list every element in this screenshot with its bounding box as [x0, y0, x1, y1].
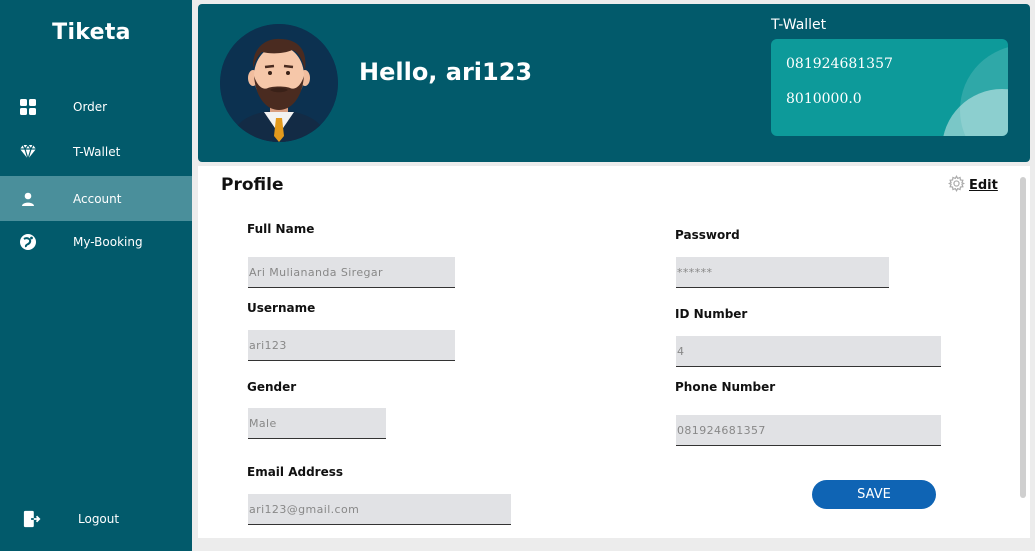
password-field[interactable]: ******	[676, 257, 889, 288]
sidebar-item-label: My-Booking	[73, 234, 143, 249]
save-button[interactable]: SAVE	[812, 480, 936, 509]
password-label: Password	[675, 228, 740, 242]
wallet-card-decoration	[942, 89, 1008, 136]
sidebar-item-my-booking[interactable]: My-Booking	[0, 219, 192, 264]
brand-logo: Tiketa	[52, 20, 131, 45]
email-label: Email Address	[247, 465, 344, 479]
header-banner: Hello, ari123 T-Wallet 081924681357 8010…	[198, 4, 1030, 162]
edit-button[interactable]: Edit	[947, 175, 998, 196]
greeting-text: Hello, ari123	[359, 58, 533, 86]
sidebar-item-account[interactable]: Account	[0, 176, 192, 221]
username-field[interactable]: ari123	[248, 330, 455, 361]
logout-button[interactable]: Logout	[0, 496, 192, 541]
avatar	[220, 24, 338, 142]
phone-number-label: Phone Number	[675, 380, 776, 394]
grid-icon	[19, 98, 37, 116]
scrollbar[interactable]	[1020, 177, 1026, 498]
sidebar-item-label: Account	[73, 191, 122, 206]
diamond-icon	[19, 143, 37, 161]
id-number-field[interactable]: 4	[676, 336, 941, 367]
edit-label: Edit	[969, 178, 998, 193]
wallet-title: T-Wallet	[771, 17, 827, 33]
sidebar-item-label: Order	[73, 99, 108, 114]
person-icon	[19, 190, 37, 208]
wallet-phone: 081924681357	[786, 56, 893, 72]
full-name-field[interactable]: Ari Muliananda Siregar	[248, 257, 455, 288]
wallet-balance: 8010000.0	[786, 91, 862, 107]
sidebar-item-t-wallet[interactable]: T-Wallet	[0, 129, 192, 174]
sidebar-item-order[interactable]: Order	[0, 84, 192, 129]
profile-title: Profile	[221, 175, 284, 195]
logout-label: Logout	[78, 511, 120, 526]
logout-icon	[23, 510, 41, 528]
wallet-card: 081924681357 8010000.0	[771, 39, 1008, 136]
gender-label: Gender	[247, 380, 297, 394]
id-number-label: ID Number	[675, 307, 748, 321]
sidebar: Tiketa Order T-Wallet Account My-Booking…	[0, 0, 192, 551]
username-label: Username	[247, 301, 316, 315]
sidebar-item-label: T-Wallet	[73, 144, 121, 159]
profile-panel: Profile Edit Full Name Ari Muliananda Si…	[198, 166, 1030, 538]
phone-number-field[interactable]: 081924681357	[676, 415, 941, 446]
gender-field[interactable]: Male	[248, 408, 386, 439]
gear-icon	[947, 175, 966, 196]
email-field[interactable]: ari123@gmail.com	[248, 494, 511, 525]
full-name-label: Full Name	[247, 222, 315, 236]
booking-icon	[19, 233, 37, 251]
